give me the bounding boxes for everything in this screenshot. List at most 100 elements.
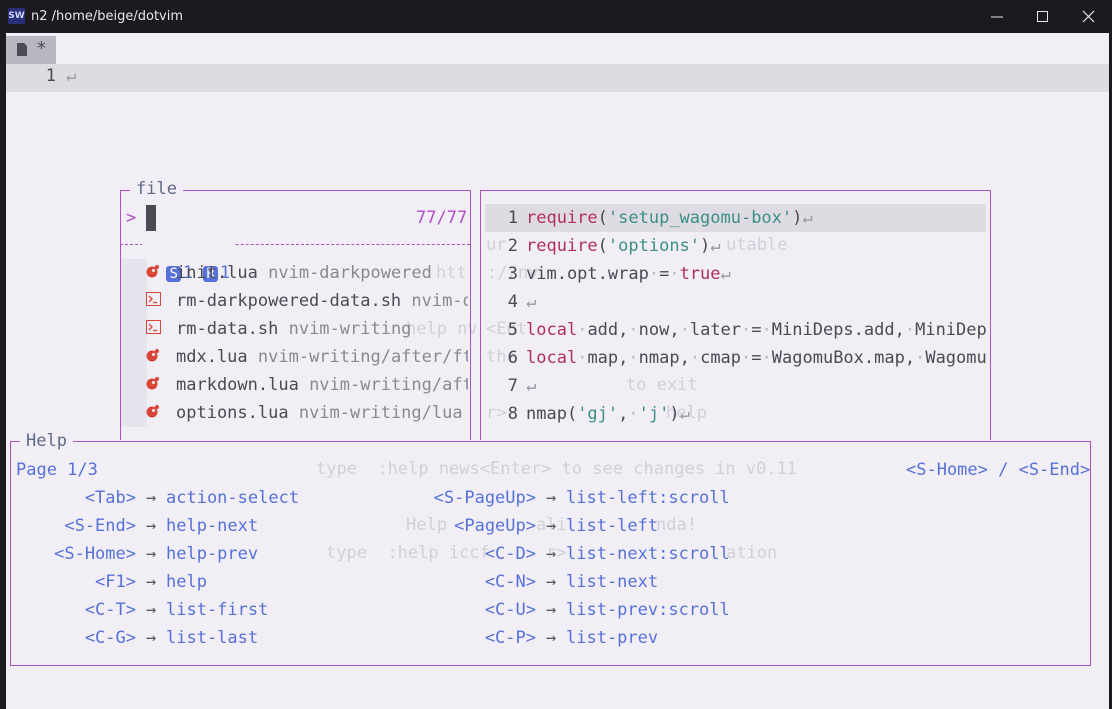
app-icon: SW	[8, 8, 25, 24]
preview-code-line: 7 ↵	[486, 372, 988, 400]
help-action: help-prev	[166, 544, 259, 564]
preview-line-number: 6	[507, 348, 518, 368]
picker-item-path: nvim-darkpowered	[268, 263, 432, 283]
preview-line-text: require('setup_wagomu-box')↵	[526, 208, 813, 228]
help-action: list-first	[166, 600, 269, 620]
picker-sign-column	[121, 259, 147, 427]
picker-item-name: mdx.lua	[176, 347, 258, 367]
help-key: <C-U>	[484, 600, 536, 620]
preview-code-line: 5 local·add,·now,·later·=·MiniDeps.add,·M…	[486, 316, 988, 344]
tabline: *	[6, 36, 1109, 64]
help-action: list-prev:scroll	[566, 600, 730, 620]
line-number: 1	[45, 66, 56, 86]
help-arrow: →	[546, 628, 557, 648]
help-key: <C-D>	[484, 544, 536, 564]
shell-file-icon	[146, 320, 161, 334]
help-action: list-left	[566, 516, 659, 536]
help-page-indicator: Page 1/3	[16, 460, 98, 480]
close-button[interactable]	[1066, 0, 1112, 33]
window-frame-left	[0, 33, 6, 709]
picker-item-name: markdown.lua	[176, 375, 310, 395]
preview-line-text: require('options')↵	[526, 236, 721, 256]
help-action: list-prev	[566, 628, 659, 648]
lua-file-icon	[146, 349, 159, 362]
picker-item[interactable]: init.lua nvim-darkpowered	[146, 259, 468, 287]
shell-icon	[146, 287, 176, 315]
minimize-icon	[991, 16, 1003, 18]
help-key: <S-PageUp>	[433, 488, 536, 508]
help-action: list-last	[166, 628, 259, 648]
lua-icon	[146, 343, 176, 371]
help-arrow: →	[546, 488, 557, 508]
help-key: <S-End>	[64, 516, 136, 536]
help-arrow: →	[146, 488, 157, 508]
help-action: action-select	[166, 488, 300, 508]
help-action: list-next:scroll	[566, 544, 730, 564]
lua-icon	[146, 259, 176, 287]
preview-line-number: 5	[507, 320, 518, 340]
preview-line-number: 2	[507, 236, 518, 256]
preview-line-number: 3	[507, 264, 518, 284]
preview-line-text: ↵	[526, 376, 537, 396]
help-arrow: →	[546, 572, 557, 592]
preview-code-line: 1 require('setup_wagomu-box')↵	[486, 204, 988, 232]
picker-item-name: init.lua	[176, 263, 269, 283]
preview-line-text: nmap('gj',·'j')↵	[526, 404, 690, 424]
help-arrow: →	[146, 572, 157, 592]
help-title: Help	[20, 431, 73, 451]
picker-item-path: nvim-writing/lua	[298, 403, 463, 423]
preview-code-line: 3 vim.opt.wrap·=·true↵	[486, 260, 988, 288]
help-arrow: →	[146, 628, 157, 648]
help-arrow: →	[146, 544, 157, 564]
help-key: <C-P>	[484, 628, 536, 648]
picker-input[interactable]	[146, 205, 156, 231]
help-action: help-next	[166, 516, 259, 536]
lua-icon	[146, 399, 176, 427]
help-key: <C-N>	[484, 572, 536, 592]
picker-item[interactable]: options.lua nvim-writing/lua	[146, 399, 468, 427]
help-nav-hint: <S-Home> / <S-End>	[906, 460, 1091, 480]
lua-file-icon	[146, 405, 159, 418]
modified-marker: *	[36, 38, 47, 59]
help-arrow: →	[146, 516, 157, 536]
lua-file-icon	[146, 265, 159, 278]
shell-file-icon	[146, 292, 161, 306]
file-icon	[17, 43, 27, 56]
close-icon	[1082, 10, 1095, 23]
picker-item-name: rm-data.sh	[176, 319, 289, 339]
cursor-line	[6, 64, 1109, 92]
lua-icon	[146, 371, 176, 399]
preview-line-text: local·map,·nmap,·cmap·=·WagomuBox.map,·W…	[526, 348, 988, 368]
picker-item[interactable]: rm-data.sh nvim-writing	[146, 315, 468, 343]
help-key: <PageUp>	[454, 516, 536, 536]
picker-item-name: rm-darkpowered-data.sh	[176, 291, 412, 311]
preview-line-text: vim.opt.wrap·=·true↵	[526, 264, 731, 284]
preview-line-text: local·add,·now,·later·=·MiniDeps.add,·Mi…	[526, 320, 988, 340]
picker-item[interactable]: markdown.lua nvim-writing/aft	[146, 371, 468, 399]
picker-item-path: nvim-writing	[288, 319, 412, 339]
preview-line-number: 1	[507, 208, 518, 228]
picker-item[interactable]: rm-darkpowered-data.sh nvim-d	[146, 287, 468, 315]
picker-item-path: nvim-d	[411, 291, 468, 311]
help-action: help	[166, 572, 207, 592]
help-key: <F1>	[95, 572, 136, 592]
maximize-icon	[1037, 11, 1048, 22]
preview-code-line: 2 require('options')↵	[486, 232, 988, 260]
help-arrow: →	[546, 544, 557, 564]
picker-prompt: >	[126, 208, 137, 228]
maximize-button[interactable]	[1020, 0, 1066, 33]
help-key: <Tab>	[84, 488, 136, 508]
help-arrow: →	[546, 516, 557, 536]
help-key: <C-G>	[84, 628, 136, 648]
picker-count: 77/77	[416, 208, 468, 228]
help-action: list-left:scroll	[566, 488, 730, 508]
eol-marker: ↵	[66, 66, 77, 86]
help-key: <S-Home>	[54, 544, 136, 564]
buffer-tab[interactable]: *	[6, 36, 56, 64]
picker-item-path: nvim-writing/aft	[309, 375, 468, 395]
help-action: list-next	[566, 572, 659, 592]
picker-item[interactable]: mdx.lua nvim-writing/after/ft	[146, 343, 468, 371]
preview-line-number: 4	[507, 292, 518, 312]
preview-code-line: 4 ↵	[486, 288, 988, 316]
minimize-button[interactable]	[974, 0, 1020, 33]
